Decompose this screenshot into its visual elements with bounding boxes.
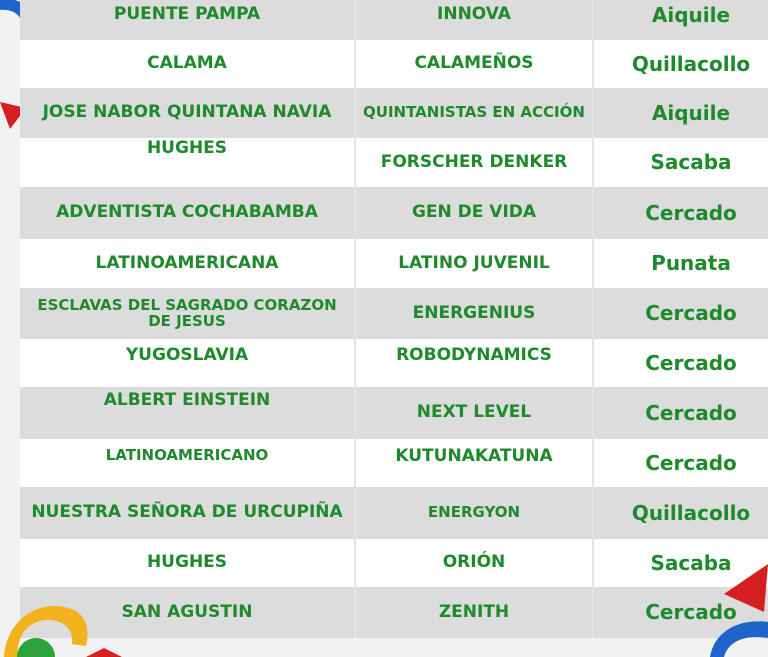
red-triangle-bottom xyxy=(86,648,122,657)
team-cell: INNOVA xyxy=(355,0,594,40)
green-circle-bottom-left xyxy=(17,638,55,657)
team-cell: FORSCHER DENKER xyxy=(355,138,594,187)
table-row: CALAMA CALAMEÑOS Quillacollo xyxy=(20,40,768,88)
school-cell: HUGHES xyxy=(20,539,356,587)
team-cell: ZENITH xyxy=(355,587,594,638)
school-cell: HUGHES xyxy=(20,138,356,187)
table-row: HUGHES ORIÓN Sacaba xyxy=(20,539,768,587)
blue-arc-bottom-right xyxy=(710,621,768,657)
table-row: ALBERT EINSTEIN NEXT LEVEL Cercado xyxy=(20,387,768,439)
table-row: PUENTE PAMPA INNOVA Aiquile xyxy=(20,0,768,40)
municipality-cell: Cercado xyxy=(593,387,768,439)
municipality-cell: Punata xyxy=(593,239,768,288)
table-row: SAN AGUSTIN ZENITH Cercado xyxy=(20,587,768,638)
team-cell: ORIÓN xyxy=(355,539,594,587)
school-cell: YUGOSLAVIA xyxy=(20,339,356,387)
school-cell: ALBERT EINSTEIN xyxy=(20,387,356,439)
table-row: JOSE NABOR QUINTANA NAVIA QUINTANISTAS E… xyxy=(20,88,768,138)
municipality-cell: Sacaba xyxy=(593,138,768,187)
table-row: NUESTRA SEÑORA DE URCUPIÑA ENERGYON Quil… xyxy=(20,487,768,539)
school-cell: PUENTE PAMPA xyxy=(20,0,356,40)
team-cell: CALAMEÑOS xyxy=(355,40,594,88)
team-cell: ENERGYON xyxy=(355,487,594,539)
team-cell: ROBODYNAMICS xyxy=(355,339,594,387)
school-cell: ESCLAVAS DEL SAGRADO CORAZON DE JESUS xyxy=(20,288,356,339)
team-cell: GEN DE VIDA xyxy=(355,187,594,239)
municipality-cell: Cercado xyxy=(593,339,768,387)
municipality-cell: Quillacollo xyxy=(593,487,768,539)
table-row: ESCLAVAS DEL SAGRADO CORAZON DE JESUS EN… xyxy=(20,288,768,339)
school-cell: LATINOAMERICANA xyxy=(20,239,356,288)
table-row: HUGHES FORSCHER DENKER Sacaba xyxy=(20,138,768,187)
team-cell: LATINO JUVENIL xyxy=(355,239,594,288)
school-cell: NUESTRA SEÑORA DE URCUPIÑA xyxy=(20,487,356,539)
municipality-cell: Aiquile xyxy=(593,88,768,138)
team-cell: ENERGENIUS xyxy=(355,288,594,339)
school-cell: LATINOAMERICANO xyxy=(20,439,356,487)
municipality-cell: Cercado xyxy=(593,439,768,487)
red-triangle-bottom-right xyxy=(724,564,768,612)
table-row: LATINOAMERICANO KUTUNAKATUNA Cercado xyxy=(20,439,768,487)
school-cell: JOSE NABOR QUINTANA NAVIA xyxy=(20,88,356,138)
team-cell: QUINTANISTAS EN ACCIÓN xyxy=(355,88,594,138)
municipality-cell: Cercado xyxy=(593,288,768,339)
team-cell: KUTUNAKATUNA xyxy=(355,439,594,487)
table-row: YUGOSLAVIA ROBODYNAMICS Cercado xyxy=(20,339,768,387)
table-row: LATINOAMERICANA LATINO JUVENIL Punata xyxy=(20,239,768,288)
municipality-cell: Cercado xyxy=(593,187,768,239)
table-row: ADVENTISTA COCHABAMBA GEN DE VIDA Cercad… xyxy=(20,187,768,239)
school-cell: CALAMA xyxy=(20,40,356,88)
municipality-cell: Quillacollo xyxy=(593,40,768,88)
team-cell: NEXT LEVEL xyxy=(355,387,594,439)
municipality-cell: Aiquile xyxy=(593,0,768,40)
school-cell: ADVENTISTA COCHABAMBA xyxy=(20,187,356,239)
schools-table: PUENTE PAMPA INNOVA Aiquile CALAMA CALAM… xyxy=(20,0,768,638)
